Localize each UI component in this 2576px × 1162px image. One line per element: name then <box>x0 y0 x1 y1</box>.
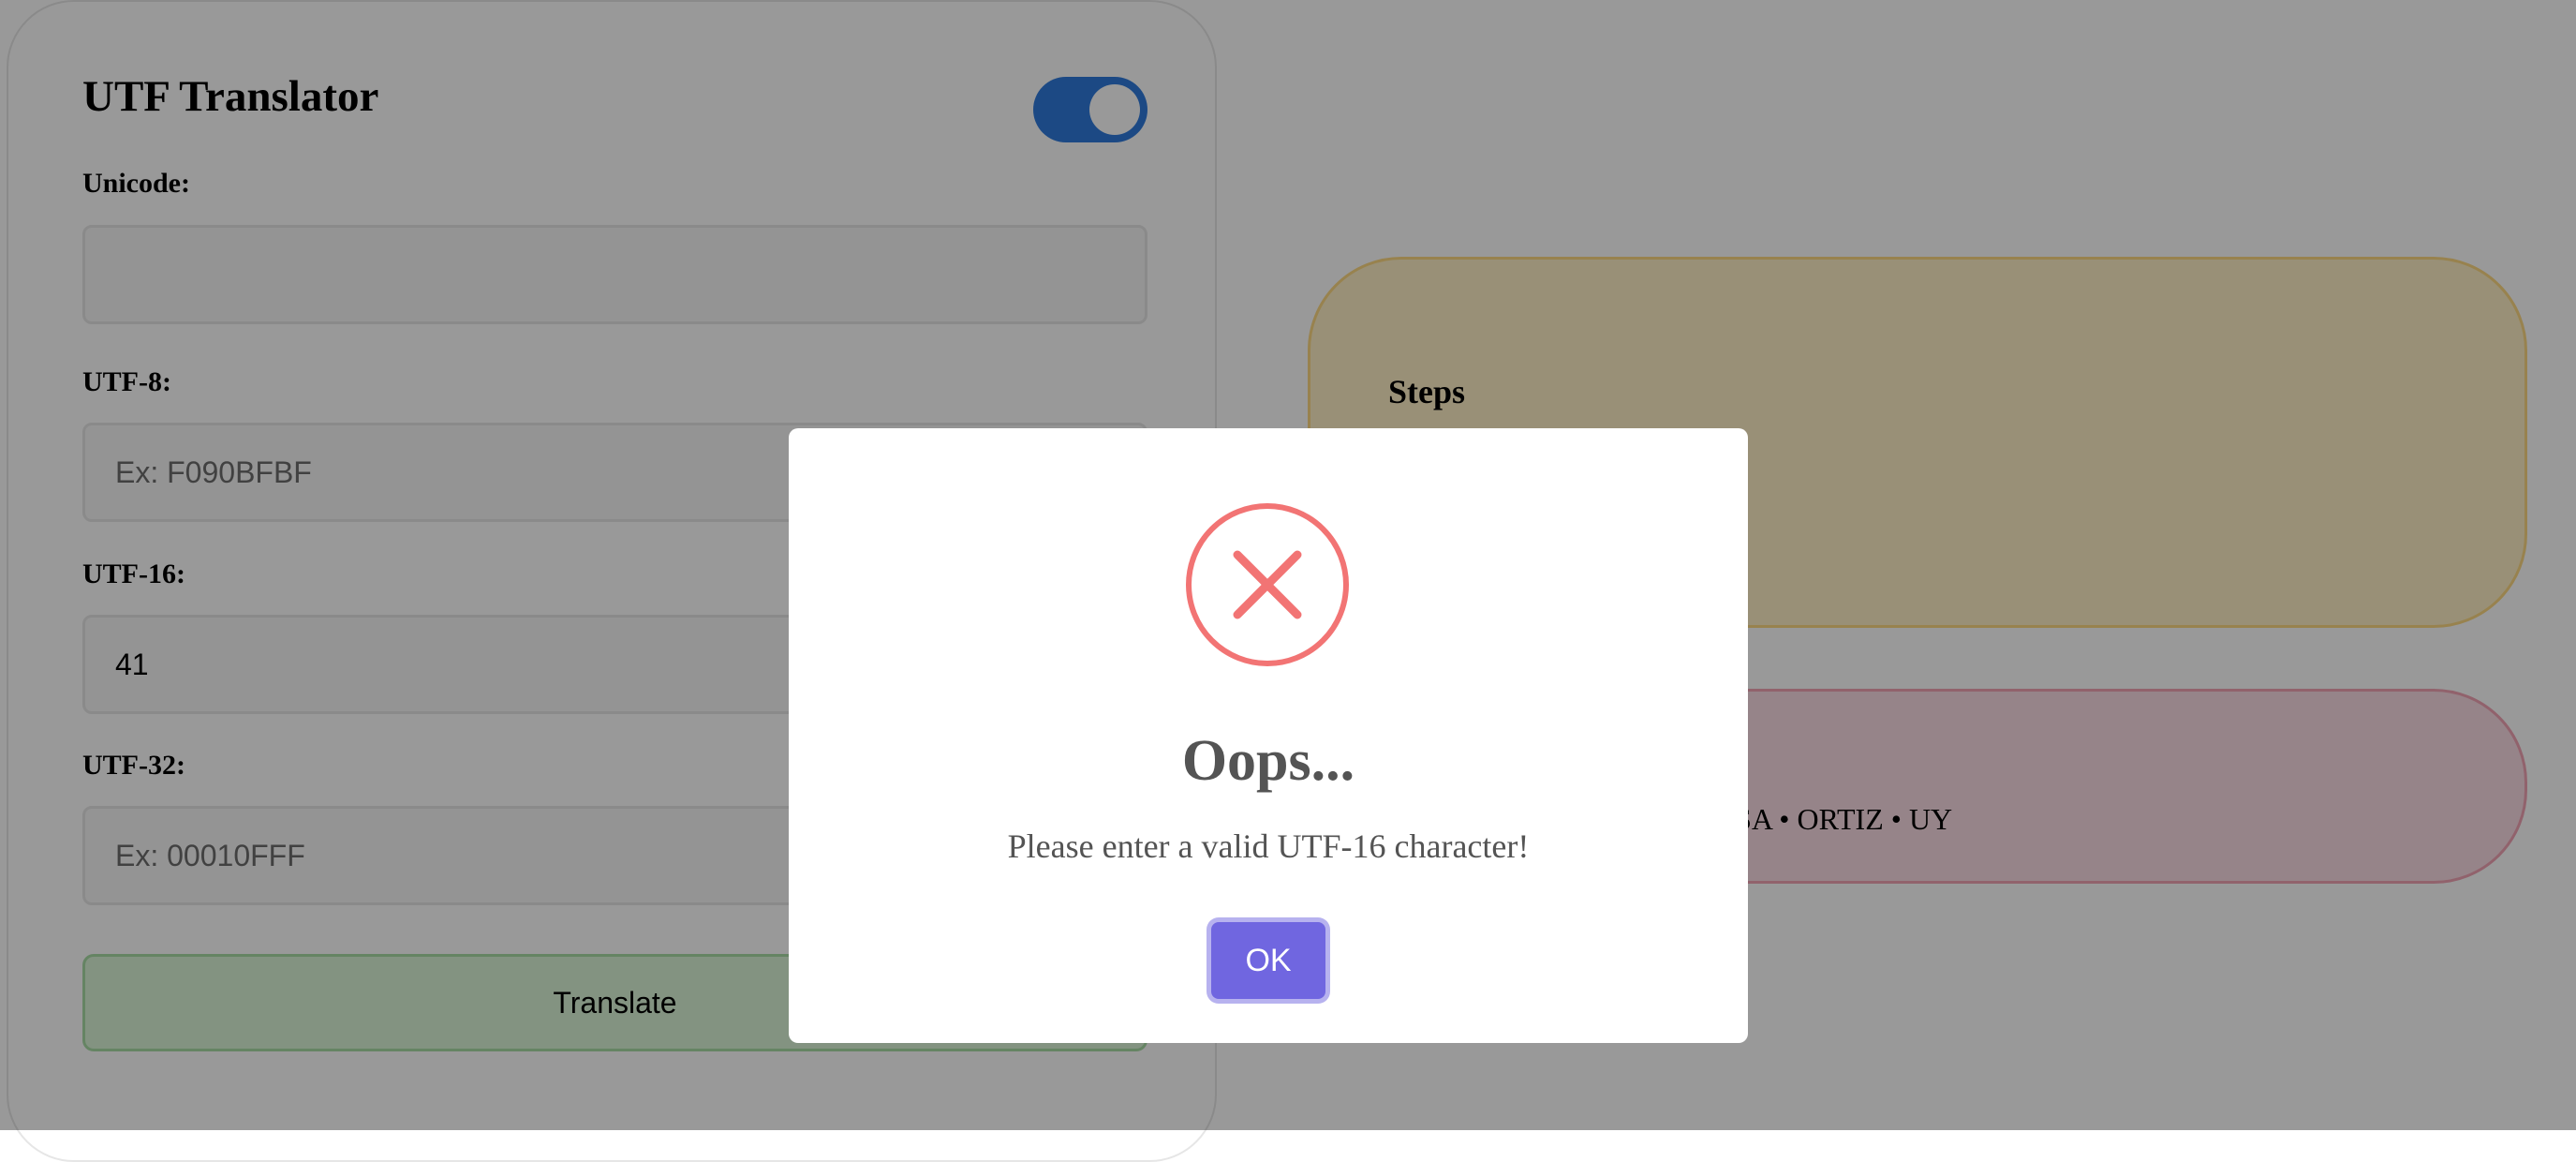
dialog-title: Oops... <box>1181 729 1355 793</box>
error-x-circle-icon <box>1186 503 1349 666</box>
error-dialog: Oops... Please enter a valid UTF-16 char… <box>789 428 1748 1043</box>
ok-button[interactable]: OK <box>1211 922 1325 999</box>
dialog-message: Please enter a valid UTF-16 character! <box>1007 827 1530 865</box>
